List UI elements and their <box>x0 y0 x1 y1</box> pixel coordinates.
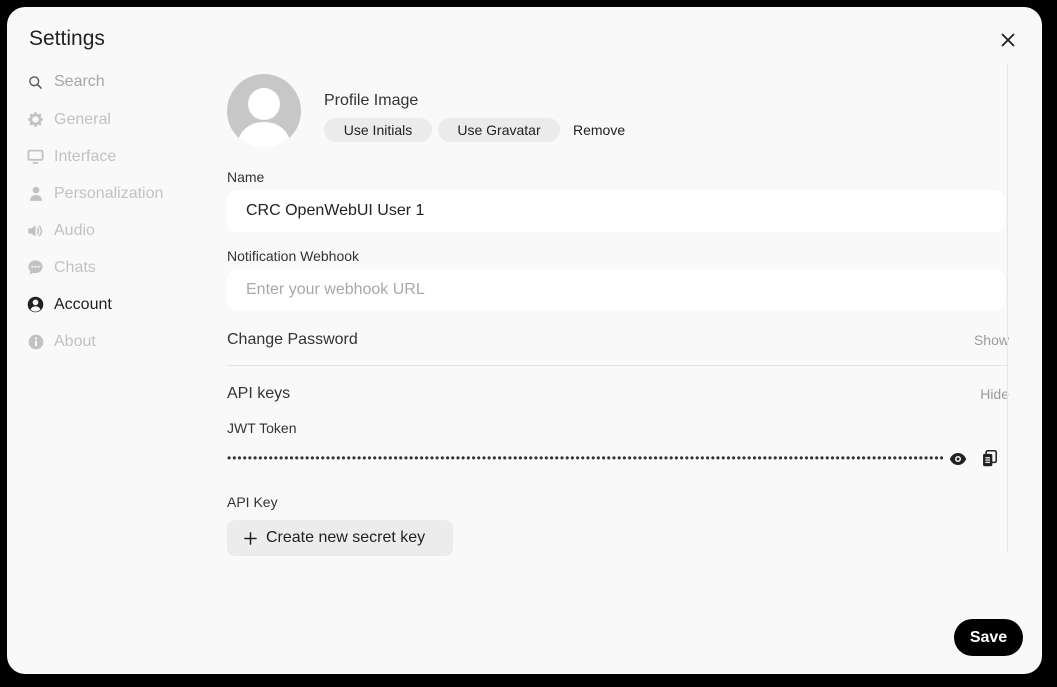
scrollbar[interactable] <box>1007 65 1008 552</box>
gear-icon <box>27 111 44 128</box>
profile-image-label: Profile Image <box>324 92 419 109</box>
change-password-toggle[interactable]: Show <box>974 332 1009 348</box>
sidebar-item-account[interactable]: Account <box>27 286 217 323</box>
sidebar-item-interface[interactable]: Interface <box>27 138 217 175</box>
divider <box>227 365 1007 366</box>
sidebar-item-label: General <box>54 110 111 128</box>
use-gravatar-button[interactable]: Use Gravatar <box>438 118 560 142</box>
save-button[interactable]: Save <box>954 619 1023 656</box>
sidebar-item-label: Account <box>54 295 112 313</box>
plus-icon <box>244 531 257 545</box>
info-icon <box>27 333 44 350</box>
remove-image-button[interactable]: Remove <box>573 122 625 138</box>
api-keys-toggle[interactable]: Hide <box>980 386 1009 402</box>
sidebar-item-label: Audio <box>54 221 95 239</box>
person-icon <box>27 185 44 202</box>
chat-bubble-icon <box>27 259 44 276</box>
sidebar-item-about[interactable]: About <box>27 323 217 360</box>
sidebar-item-personalization[interactable]: Personalization <box>27 175 217 212</box>
account-circle-icon <box>27 296 44 313</box>
sidebar-item-chats[interactable]: Chats <box>27 249 217 286</box>
sidebar-item-general[interactable]: General <box>27 101 217 138</box>
modal-title: Settings <box>29 27 105 50</box>
sidebar-item-label: Personalization <box>54 184 164 202</box>
jwt-token-label: JWT Token <box>227 420 297 436</box>
jwt-token-value: ••••••••••••••••••••••••••••••••••••••••… <box>227 453 943 463</box>
name-input[interactable] <box>227 190 1005 232</box>
sidebar-search-label: Search <box>54 73 105 90</box>
use-initials-button[interactable]: Use Initials <box>324 118 432 142</box>
create-secret-key-button[interactable]: Create new secret key <box>227 520 453 556</box>
sidebar-item-label: Interface <box>54 147 117 165</box>
speaker-icon <box>27 222 44 239</box>
api-key-label: API Key <box>227 494 278 510</box>
webhook-label: Notification Webhook <box>227 248 360 264</box>
name-label: Name <box>227 169 265 185</box>
sidebar-item-label: About <box>54 332 96 350</box>
profile-avatar[interactable] <box>227 74 301 148</box>
search-icon <box>27 74 44 91</box>
clipboard-copy-icon[interactable] <box>982 450 998 467</box>
default-avatar-icon <box>237 88 291 148</box>
settings-sidebar: Search General Interface Personalization <box>27 67 217 360</box>
sidebar-item-audio[interactable]: Audio <box>27 212 217 249</box>
monitor-icon <box>27 148 44 165</box>
webhook-url-input[interactable] <box>227 269 1005 311</box>
create-secret-key-label: Create new secret key <box>266 529 426 546</box>
settings-modal: Settings Search General Interface Person… <box>7 7 1042 674</box>
change-password-label: Change Password <box>227 331 358 348</box>
eye-icon[interactable] <box>949 452 967 466</box>
api-keys-label: API keys <box>227 385 291 402</box>
sidebar-item-label: Chats <box>54 258 96 276</box>
sidebar-search[interactable]: Search <box>27 67 217 97</box>
close-icon[interactable] <box>997 29 1019 51</box>
